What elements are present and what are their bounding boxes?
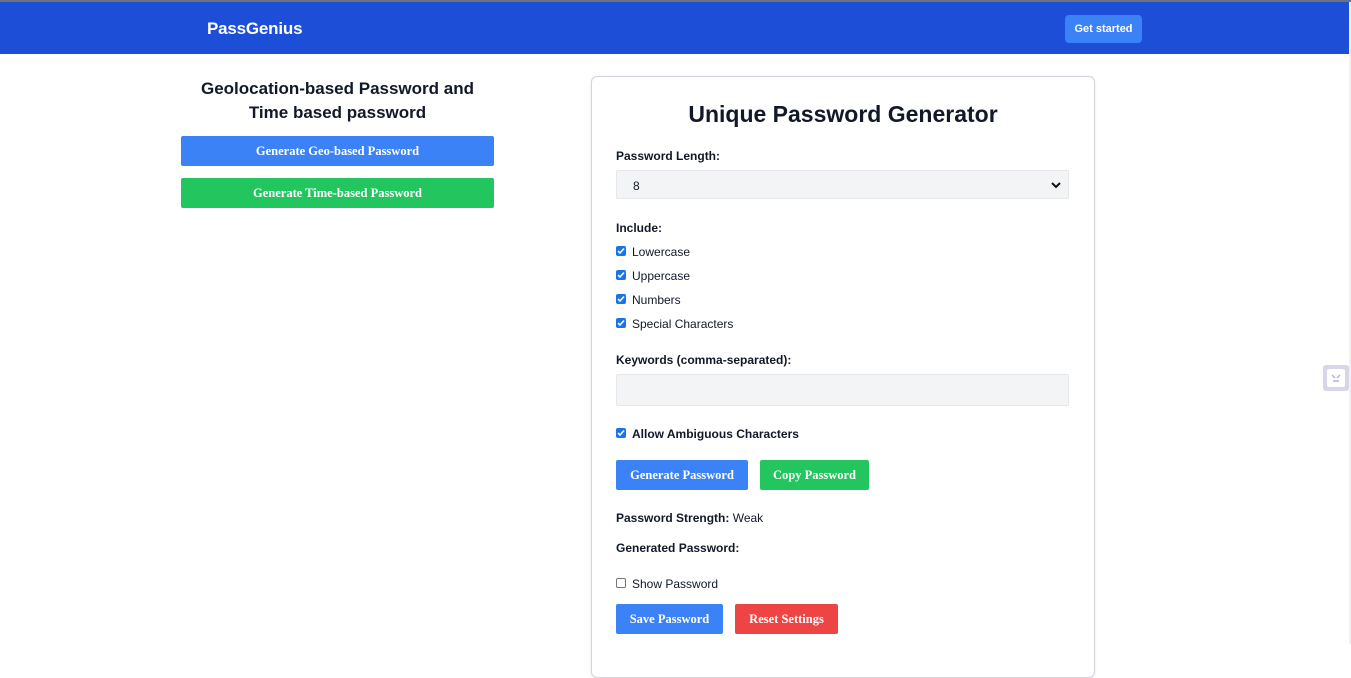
- checkmark-icon: [617, 429, 625, 437]
- numbers-label: Numbers: [632, 293, 681, 307]
- extension-widget-face: [1327, 369, 1345, 387]
- password-strength-value: Weak: [732, 511, 764, 525]
- chevron-down-icon: [1051, 182, 1061, 189]
- ambiguous-label: Allow Ambiguous Characters: [632, 427, 799, 441]
- password-strength-label: Password Strength:: [616, 511, 730, 525]
- special-characters-label: Special Characters: [632, 317, 734, 331]
- brand-logo[interactable]: PassGenius: [207, 19, 303, 39]
- lowercase-checkbox[interactable]: [616, 246, 626, 256]
- keywords-input[interactable]: [616, 374, 1069, 406]
- lowercase-label: Lowercase: [632, 245, 691, 259]
- copy-password-button[interactable]: Copy Password: [760, 460, 869, 490]
- password-length-select[interactable]: 8: [616, 170, 1069, 199]
- checkmark-icon: [617, 271, 625, 279]
- generator-title: Unique Password Generator: [688, 101, 998, 127]
- uppercase-label: Uppercase: [632, 269, 691, 283]
- checkmark-icon: [617, 319, 625, 327]
- save-password-button[interactable]: Save Password: [616, 604, 723, 634]
- checkmark-icon: [617, 247, 625, 255]
- widget-glyph-icon: [1331, 374, 1341, 382]
- uppercase-checkbox[interactable]: [616, 270, 626, 280]
- keywords-label: Keywords (comma-separated):: [616, 353, 792, 367]
- password-length-label: Password Length:: [616, 149, 721, 163]
- generate-time-password-button[interactable]: Generate Time-based Password: [181, 178, 494, 208]
- reset-settings-button[interactable]: Reset Settings: [735, 604, 838, 634]
- generate-geo-password-button[interactable]: Generate Geo-based Password: [181, 136, 494, 166]
- alt-generators-title: Geolocation-based Password and Time base…: [200, 79, 474, 122]
- special-characters-checkbox[interactable]: [616, 318, 626, 328]
- show-password-checkbox[interactable]: [616, 578, 626, 588]
- password-strength: Password Strength: Weak: [616, 511, 763, 525]
- show-password-label: Show Password: [632, 577, 719, 591]
- include-label: Include:: [616, 221, 663, 235]
- ambiguous-checkbox[interactable]: [616, 428, 626, 438]
- get-started-button[interactable]: Get started: [1065, 15, 1142, 43]
- password-length-value: 8: [633, 179, 640, 193]
- checkmark-icon: [617, 295, 625, 303]
- generated-password-label: Generated Password:: [616, 541, 740, 555]
- generate-password-button[interactable]: Generate Password: [616, 460, 748, 490]
- password-generator-card: Unique Password Generator Password Lengt…: [591, 76, 1095, 678]
- extension-widget-icon[interactable]: [1323, 365, 1349, 391]
- numbers-checkbox[interactable]: [616, 294, 626, 304]
- navbar: PassGenius Get started: [0, 2, 1349, 54]
